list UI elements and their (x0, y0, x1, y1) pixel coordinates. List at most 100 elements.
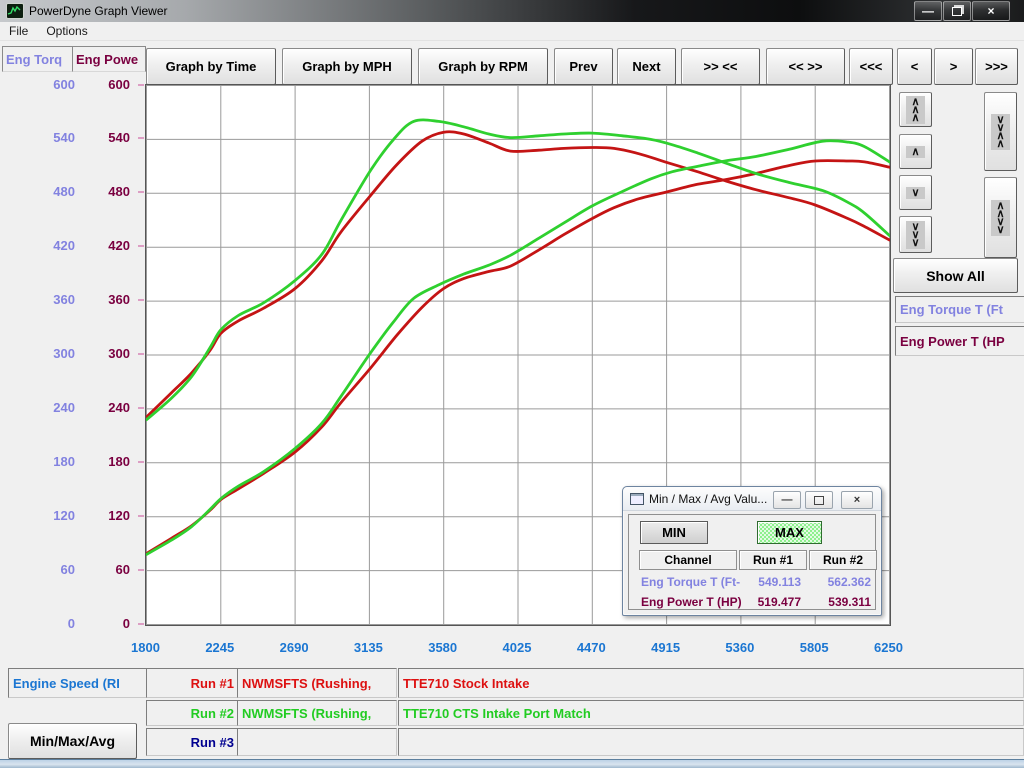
zoom-out-x-button[interactable]: << >> (766, 48, 845, 85)
y-axis-tick (138, 245, 144, 247)
minmax-values-window[interactable]: Min / Max / Avg Valu... — × MIN MAX Chan… (622, 486, 882, 616)
torque-y-axis-label: 180 (29, 454, 75, 469)
expand-y-scale-button[interactable]: ∧∧∨∨ (984, 177, 1017, 258)
close-button[interactable]: × (972, 1, 1010, 21)
x-axis-channel-label[interactable]: Engine Speed (RI (8, 668, 149, 698)
graph-by-time-button[interactable]: Graph by Time (146, 48, 276, 85)
app-icon (6, 3, 24, 19)
menu-file[interactable]: File (0, 24, 37, 38)
y-axis-tick (138, 353, 144, 355)
y-axis-tick (138, 84, 144, 86)
max-button[interactable]: MAX (757, 521, 822, 544)
up-chevron-icon: ∧ (911, 148, 919, 156)
row-torque-channel: Eng Torque T (Ft- (641, 575, 740, 589)
power-y-axis-label: 240 (84, 400, 130, 415)
close-icon: × (854, 494, 860, 506)
y-axis-tick (138, 569, 144, 571)
power-y-axis-label: 0 (84, 616, 130, 631)
compress-chevrons-icon: ∨∨∧∧ (996, 116, 1004, 148)
expand-chevrons-icon: ∧∧∨∨ (996, 202, 1004, 234)
min-button[interactable]: MIN (640, 521, 708, 544)
minimize-button[interactable]: — (914, 1, 942, 21)
y-axis-tick (138, 623, 144, 625)
run3-label[interactable]: Run #3 (146, 728, 239, 756)
run1-description-field[interactable]: TTE710 Stock Intake (398, 668, 1024, 698)
tab-eng-torque-axis[interactable]: Eng Torq (2, 46, 74, 72)
x-axis-label: 2690 (264, 640, 324, 655)
y-axis-tick (138, 191, 144, 193)
x-axis-label: 4915 (636, 640, 696, 655)
x-axis-label: 5805 (784, 640, 844, 655)
zoom-in-x-button[interactable]: >> << (681, 48, 760, 85)
scroll-up-button[interactable]: ∧ (899, 134, 932, 169)
power-y-axis-label: 540 (84, 130, 130, 145)
run3-description-field[interactable] (398, 728, 1024, 756)
power-y-axis-label: 120 (84, 508, 130, 523)
torque-y-axis-label: 360 (29, 292, 75, 307)
y-axis-tick (138, 515, 144, 517)
next-button[interactable]: Next (617, 48, 676, 85)
minmax-window-icon (630, 493, 644, 505)
x-axis-label: 3580 (413, 640, 473, 655)
scroll-right-fast-button[interactable]: >>> (975, 48, 1018, 85)
torque-y-axis-label: 60 (29, 562, 75, 577)
torque-y-axis-label: 240 (29, 400, 75, 415)
power-y-axis-label: 420 (84, 238, 130, 253)
x-axis-label: 4470 (561, 640, 621, 655)
torque-channel-label[interactable]: Eng Torque T (Ft (895, 296, 1024, 323)
minmax-close-button[interactable]: × (841, 491, 873, 509)
graph-by-mph-button[interactable]: Graph by MPH (282, 48, 412, 85)
scroll-down-button[interactable]: ∨ (899, 175, 932, 210)
minmax-body: MIN MAX Channel Run #1 Run #2 Eng Torque… (628, 514, 876, 610)
power-y-axis-label: 360 (84, 292, 130, 307)
minmax-title-bar[interactable]: Min / Max / Avg Valu... — × (623, 487, 881, 511)
run1-dyno-field[interactable]: NWMSFTS (Rushing, (237, 668, 397, 698)
power-y-axis-label: 600 (84, 77, 130, 92)
scroll-up-fast-button[interactable]: ∧∧∧ (899, 92, 932, 127)
run2-dyno-field[interactable]: NWMSFTS (Rushing, (237, 700, 397, 726)
power-channel-label[interactable]: Eng Power T (HP (895, 326, 1024, 356)
x-axis-label: 2245 (190, 640, 250, 655)
scroll-down-fast-button[interactable]: ∨∨∨ (899, 216, 932, 253)
x-axis-label: 6250 (859, 640, 919, 655)
menu-options[interactable]: Options (37, 24, 96, 38)
power-y-axis-label: 60 (84, 562, 130, 577)
y-axis-tick (138, 461, 144, 463)
scroll-left-button[interactable]: < (897, 48, 932, 85)
minmax-restore-button[interactable] (805, 491, 833, 509)
y-axis-tick (138, 137, 144, 139)
minmax-avg-button[interactable]: Min/Max/Avg (8, 723, 137, 759)
torque-y-axis-label: 480 (29, 184, 75, 199)
scroll-left-fast-button[interactable]: <<< (849, 48, 893, 85)
title-bar: PowerDyne Graph Viewer — × (0, 0, 1024, 22)
window-title: PowerDyne Graph Viewer (29, 4, 168, 18)
tab-eng-power-axis[interactable]: Eng Powe (72, 46, 146, 72)
column-header-run1: Run #1 (739, 550, 807, 570)
run2-description-field[interactable]: TTE710 CTS Intake Port Match (398, 700, 1024, 726)
x-axis-label: 4025 (487, 640, 547, 655)
run2-label[interactable]: Run #2 (146, 700, 239, 726)
triple-up-chevron-icon: ∧∧∧ (911, 98, 919, 122)
torque-y-axis-label: 300 (29, 346, 75, 361)
torque-y-axis-label: 600 (29, 77, 75, 92)
torque-y-axis-label: 540 (29, 130, 75, 145)
prev-button[interactable]: Prev (554, 48, 613, 85)
run1-label[interactable]: Run #1 (146, 668, 239, 698)
restore-icon (952, 7, 962, 16)
graph-by-rpm-button[interactable]: Graph by RPM (418, 48, 548, 85)
triple-down-chevron-icon: ∨∨∨ (911, 223, 919, 247)
row-power-channel: Eng Power T (HP) (641, 595, 742, 609)
x-axis-label: 1800 (116, 640, 176, 655)
x-axis-label: 5360 (710, 640, 770, 655)
minmax-minimize-button[interactable]: — (773, 491, 801, 509)
column-header-run2: Run #2 (809, 550, 877, 570)
scroll-right-button[interactable]: > (934, 48, 973, 85)
compress-y-scale-button[interactable]: ∨∨∧∧ (984, 92, 1017, 171)
torque-y-axis-label: 0 (29, 616, 75, 631)
run3-dyno-field[interactable] (237, 728, 397, 756)
window-bottom-border (0, 759, 1024, 768)
row-power-run1-max: 519.477 (739, 595, 801, 609)
show-all-button[interactable]: Show All (893, 258, 1018, 293)
maximize-restore-button[interactable] (943, 1, 971, 21)
down-chevron-icon: ∨ (911, 189, 919, 197)
